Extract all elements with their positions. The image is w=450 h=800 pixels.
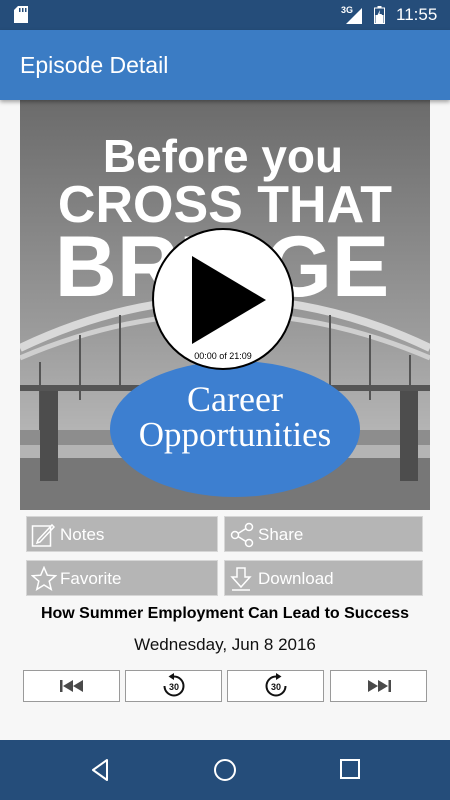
share-label: Share (258, 525, 304, 544)
notes-label: Notes (60, 525, 105, 544)
notes-button[interactable]: Notes (26, 516, 218, 552)
signal-icon (346, 8, 362, 24)
episode-date: Wednesday, Jun 8 2016 (134, 635, 316, 654)
previous-button[interactable] (23, 670, 120, 702)
episode-detail: Before you CROSS THAT BRIDGE Career Oppo… (0, 100, 450, 740)
playback-time: 00:00 of 21:09 (194, 351, 252, 361)
play-button[interactable]: 00:00 of 21:09 (152, 228, 294, 370)
play-icon (192, 256, 266, 344)
app-bar: Episode Detail (0, 30, 450, 100)
recents-icon[interactable] (339, 758, 361, 780)
artwork-line-1: Before you (103, 130, 343, 182)
clock: 11:55 (396, 5, 438, 24)
favorite-button[interactable]: Favorite (26, 560, 218, 596)
download-icon (230, 567, 252, 591)
home-icon[interactable] (213, 758, 237, 782)
share-icon (230, 522, 254, 548)
skip-next-icon (367, 680, 391, 692)
artwork-badge-line-2: Opportunities (139, 415, 331, 454)
page-title: Episode Detail (20, 52, 169, 78)
forward-seconds: 30 (270, 682, 280, 692)
star-icon (31, 566, 57, 591)
download-label: Download (258, 569, 334, 588)
skip-previous-icon (59, 680, 83, 692)
navigation-bar (0, 740, 450, 800)
share-button[interactable]: Share (224, 516, 423, 552)
forward-30-icon: 30 (265, 673, 286, 697)
back-icon[interactable] (88, 758, 112, 782)
replay-30-icon: 30 (163, 673, 184, 697)
battery-icon (374, 6, 385, 24)
rewind-30-button[interactable]: 30 (125, 670, 222, 702)
artwork-badge-line-1: Career (187, 379, 283, 419)
status-bar: 3G 11:55 (0, 0, 450, 30)
sd-card-icon (14, 6, 28, 23)
favorite-label: Favorite (60, 569, 122, 588)
download-button[interactable]: Download (224, 560, 423, 596)
notes-icon (31, 523, 55, 547)
rewind-seconds: 30 (168, 682, 178, 692)
episode-title: How Summer Employment Can Lead to Succes… (40, 605, 410, 622)
forward-30-button[interactable]: 30 (227, 670, 324, 702)
next-button[interactable] (330, 670, 427, 702)
